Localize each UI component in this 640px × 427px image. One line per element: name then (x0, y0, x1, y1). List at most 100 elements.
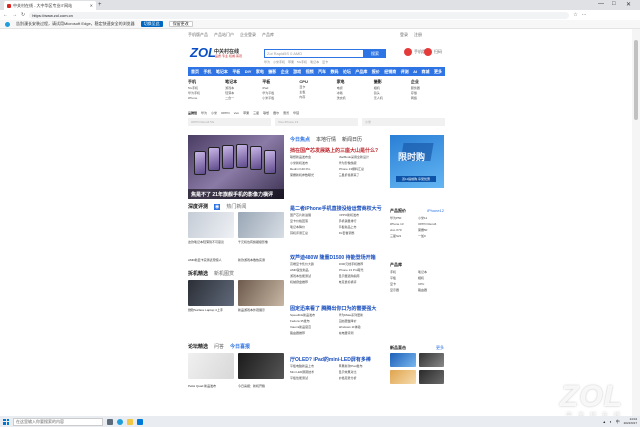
news-item[interactable]: Windows 11体验 (339, 325, 385, 329)
section-title[interactable]: 深度评测 (188, 203, 208, 210)
tech-caption[interactable]: 微软Surface Laptop 4上手 (188, 308, 223, 312)
news-item[interactable]: 充电器评测 (339, 331, 385, 335)
brand-link[interactable]: 苹果 (243, 111, 249, 115)
news-item[interactable]: 2000元档手机推荐 (339, 262, 385, 266)
news-item[interactable]: Mini LED屏幕技术 (290, 370, 336, 374)
news-item[interactable]: 价格走势分析 (339, 376, 385, 380)
eval-caption[interactable]: AMD新显卡实测表现惊人 (188, 258, 222, 262)
switch-button[interactable]: 切换至此 (140, 21, 163, 27)
nav-item[interactable]: 产品库 (355, 69, 367, 75)
edge-taskbar-icon[interactable] (117, 418, 123, 425)
start-icon[interactable] (3, 418, 9, 425)
news-item[interactable]: 国产芯片新进展 (290, 213, 336, 217)
category-link[interactable]: 镜头 (374, 91, 408, 95)
eval-thumb[interactable] (188, 212, 234, 238)
section-title[interactable]: 拆机精选 (188, 270, 208, 277)
category-head[interactable]: 家电 (337, 79, 371, 85)
forum-caption[interactable]: 今日喜报：新机开箱 (238, 384, 265, 388)
hot-word[interactable]: 苹果 (288, 60, 294, 64)
nav-item[interactable]: 更多 (434, 69, 442, 75)
browser-tab[interactable]: 中关村在线 - 大中华区专业IT网站 ✕ (4, 1, 96, 10)
news-item[interactable]: 显示效果对比 (339, 370, 385, 374)
ad-banner[interactable]: Vivo iPhone 13 (275, 118, 358, 126)
news-item[interactable]: 电竞鼠标横评 (339, 280, 385, 284)
hot-word[interactable]: 5G手机 (297, 60, 307, 64)
new-product-thumb[interactable] (418, 370, 444, 384)
hot-word[interactable]: 显卡 (322, 60, 328, 64)
product-link[interactable]: 小米11 (418, 216, 444, 220)
forum-thumb[interactable] (188, 353, 234, 379)
product-link[interactable]: 三星S21 (390, 234, 416, 238)
news-item[interactable]: 华为影像旗舰 (339, 161, 385, 165)
brand-link[interactable]: 联想 (263, 111, 269, 115)
mobile-link[interactable]: 手机版 (404, 48, 426, 56)
search-button[interactable]: 搜索 (364, 49, 386, 58)
nav-item[interactable]: 企业 (281, 69, 289, 75)
library-link[interactable]: 显示器 (390, 288, 416, 292)
headline[interactable]: 挡在国产芯发展路上的三座大山是什么? (290, 147, 378, 154)
news-item[interactable]: 平板新品上市 (339, 225, 385, 229)
category-link[interactable]: 显卡 (299, 85, 333, 89)
news-item[interactable]: 耳机评测汇总 (290, 231, 336, 235)
category-link[interactable]: 轻薄本 (225, 91, 259, 95)
news-item[interactable]: MacBook采用全新设计 (339, 155, 385, 159)
forum-caption[interactable]: Pelisi Quad 新品发布 (188, 384, 216, 388)
tab-today[interactable]: 今日焦点 (290, 136, 310, 143)
headline[interactable]: 双芦迪480W 隆重D1500 待能登场开箱 (290, 254, 376, 261)
news-item[interactable]: 华为Mate系列更新 (339, 313, 385, 317)
tech-thumb[interactable] (188, 280, 234, 306)
nav-item[interactable]: 手机 (203, 69, 211, 75)
language-indicator[interactable]: 中 (616, 419, 620, 425)
category-link[interactable]: 二合一 (225, 96, 259, 100)
category-link[interactable]: 华为平板 (262, 91, 296, 95)
network-icon[interactable]: ▴ (603, 419, 605, 424)
nav-item[interactable]: 论坛 (343, 69, 351, 75)
section-tab[interactable]: 今日喜报 (230, 343, 250, 350)
news-item[interactable]: 显示器选购指南 (339, 274, 385, 278)
explorer-icon[interactable] (127, 418, 133, 425)
library-link[interactable]: 显卡 (390, 282, 416, 286)
product-link[interactable]: 荣耀50 (418, 228, 444, 232)
category-link[interactable]: 冰箱 (337, 91, 371, 95)
category-link[interactable]: 内存 (299, 95, 333, 99)
brand-link[interactable]: 小米 (211, 111, 217, 115)
category-link[interactable]: iPad (262, 86, 296, 90)
category-head[interactable]: 摄影 (374, 79, 408, 85)
eval-thumb[interactable] (238, 212, 284, 238)
scan-link[interactable]: 扫码 (424, 48, 442, 56)
brand-link[interactable]: 品牌馆 (188, 111, 197, 115)
category-link[interactable]: 服务器 (411, 86, 445, 90)
category-link[interactable]: 网络 (411, 96, 445, 100)
news-item[interactable]: 平板性能测试 (290, 376, 336, 380)
library-link[interactable]: 平板 (390, 276, 416, 280)
category-link[interactable]: 存储 (411, 91, 445, 95)
eval-caption[interactable]: 这款笔记本轻薄到不可思议 (188, 240, 224, 244)
news-item[interactable]: 5G套餐调整 (339, 231, 385, 235)
hot-word[interactable]: 华为 (264, 60, 270, 64)
news-item[interactable]: 小米新机发布 (290, 161, 336, 165)
back-icon[interactable]: ← (3, 12, 8, 18)
new-product-thumb[interactable] (390, 370, 416, 384)
ad-banner[interactable]: OPPO Reno6 5G (188, 118, 271, 126)
news-item[interactable]: AMD锐龙新品 (290, 268, 336, 272)
news-item[interactable]: Speedlink新品发布 (290, 313, 336, 317)
product-link[interactable]: vivo X70 (390, 228, 416, 232)
product-link[interactable]: 华为P50 (390, 216, 416, 220)
nav-item[interactable]: 家电 (256, 69, 264, 75)
category-link[interactable]: iPhone (188, 96, 222, 100)
tech-caption[interactable]: 新品游戏本外观展示 (238, 308, 265, 312)
minimize-icon[interactable]: — (598, 1, 604, 7)
url-field[interactable]: https://www.zol.com.cn (29, 11, 570, 19)
library-link[interactable]: 手机 (390, 270, 416, 274)
news-item[interactable]: iPhone 13 Pro曝光 (339, 268, 385, 272)
section-tab[interactable]: 热门新闻 (226, 203, 246, 210)
nav-item[interactable]: 报价 (372, 69, 380, 75)
nav-item[interactable]: 评测 (401, 69, 409, 75)
tab-calendar[interactable]: 新闻日历 (342, 136, 362, 143)
nav-item[interactable]: 首页 (191, 69, 199, 75)
window-close-icon[interactable]: ✕ (626, 1, 631, 8)
forum-thumb[interactable] (238, 353, 284, 379)
scrollbar-thumb[interactable] (634, 40, 638, 120)
category-link[interactable]: 相机 (374, 86, 408, 90)
favorites-icon[interactable]: ☆ (573, 12, 577, 18)
